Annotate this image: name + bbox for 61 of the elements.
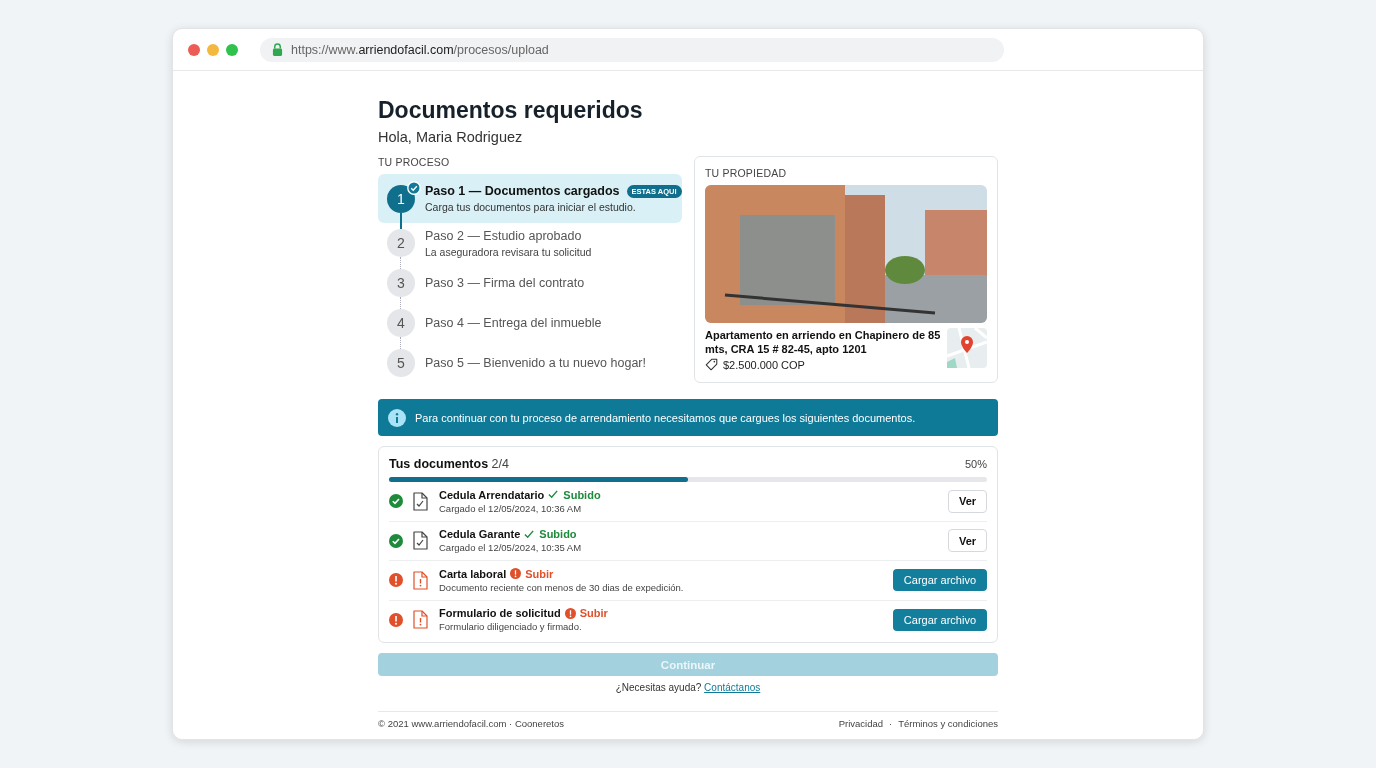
file-check-icon: [412, 531, 429, 551]
url-text: https://www.arriendofacil.com/procesos/upload: [291, 42, 549, 57]
footer-copyright: © 2021 www.arriendofacil.com · Cooneretos: [378, 718, 564, 729]
check-icon: [524, 528, 536, 540]
documents-title: Tus documentos: [389, 457, 489, 471]
step-number-circle: 1: [387, 184, 415, 213]
step-title: Paso 3 — Firma del contrato: [425, 276, 585, 290]
address-bar[interactable]: https://www.arriendofacil.com/procesos/upload: [260, 37, 1004, 62]
price-tag-icon: [705, 358, 718, 371]
step-title: Paso 1 — Documentos cargados: [425, 184, 620, 198]
document-name: Cedula Garante: [439, 528, 521, 541]
section-heading: TU PROCESO: [378, 156, 451, 168]
close-icon[interactable]: [188, 43, 200, 56]
property-description: Apartamento en arriendo en Chapinero de 85 mts, CRA 15 # 82-45, apto 1201: [705, 328, 941, 356]
step-number-circle: 5: [387, 349, 415, 377]
document-status: Subido: [539, 528, 577, 541]
help-text: ¿Necesitas ayuda?: [615, 682, 702, 693]
upload-button[interactable]: Cargar archivo: [892, 569, 987, 592]
step-title: Paso 2 — Estudio aprobado: [425, 228, 582, 243]
view-button[interactable]: Ver: [948, 529, 987, 553]
documents-count: 2/4: [491, 457, 509, 471]
property-price: $2.500.000 COP: [723, 358, 805, 371]
step-title: Paso 4 — Entrega del inmueble: [425, 316, 602, 330]
view-button[interactable]: Ver: [948, 489, 987, 513]
section-heading: TU PROPIEDAD: [705, 167, 788, 179]
upload-button[interactable]: Cargar archivo: [892, 608, 987, 631]
maximize-icon[interactable]: [226, 43, 238, 56]
document-detail: Cargado el 12/05/2024, 10:36 AM: [439, 502, 583, 514]
step-number-circle: 2: [387, 229, 415, 257]
map-icon[interactable]: [947, 328, 987, 368]
document-name: Cedula Arrendatario: [439, 488, 545, 501]
file-check-icon: [412, 491, 429, 511]
document-detail: Cargado el 12/05/2024, 10:35 AM: [439, 542, 583, 554]
contact-link[interactable]: Contáctanos: [704, 682, 761, 693]
step-number-circle: 4: [387, 309, 415, 337]
step-number-circle: 3: [387, 269, 415, 297]
info-icon: [388, 408, 406, 427]
alert-icon: [564, 607, 576, 619]
document-detail: Formulario diligenciado y firmado.: [439, 621, 583, 633]
file-alert-icon: [412, 610, 429, 630]
progress-percent: 50%: [964, 458, 987, 470]
minimize-icon[interactable]: [207, 43, 219, 56]
step-description: Carga tus documentos para iniciar el estudio.: [425, 201, 637, 213]
page-title: Documentos requeridos: [378, 97, 644, 124]
alert-icon: [510, 568, 522, 580]
document-name: Carta laboral: [439, 567, 507, 580]
footer-link[interactable]: Privacidad: [838, 718, 884, 729]
step-title: Paso 5 — Bienvenido a tu nuevo hogar!: [425, 356, 646, 370]
document-status: Subir: [579, 607, 608, 620]
check-icon: [548, 489, 560, 501]
document-status: Subir: [525, 567, 554, 580]
footer-link[interactable]: Términos y condiciones: [898, 718, 998, 729]
file-alert-icon: [412, 570, 429, 590]
greeting: Hola, Maria Rodriguez: [378, 129, 524, 145]
document-detail: Documento reciente con menos de 30 dias de expedición.: [439, 581, 685, 593]
info-message: Para continuar con tu proceso de arrendamiento necesitamos que cargues los siguientes documentos.: [415, 411, 916, 424]
step-description: La aseguradora revisara tu solicitud: [425, 245, 592, 258]
document-name: Formulario de solicitud: [439, 607, 561, 620]
document-status: Subido: [563, 488, 601, 501]
lock-icon: [272, 43, 283, 56]
separator-dot: ·: [889, 718, 893, 729]
